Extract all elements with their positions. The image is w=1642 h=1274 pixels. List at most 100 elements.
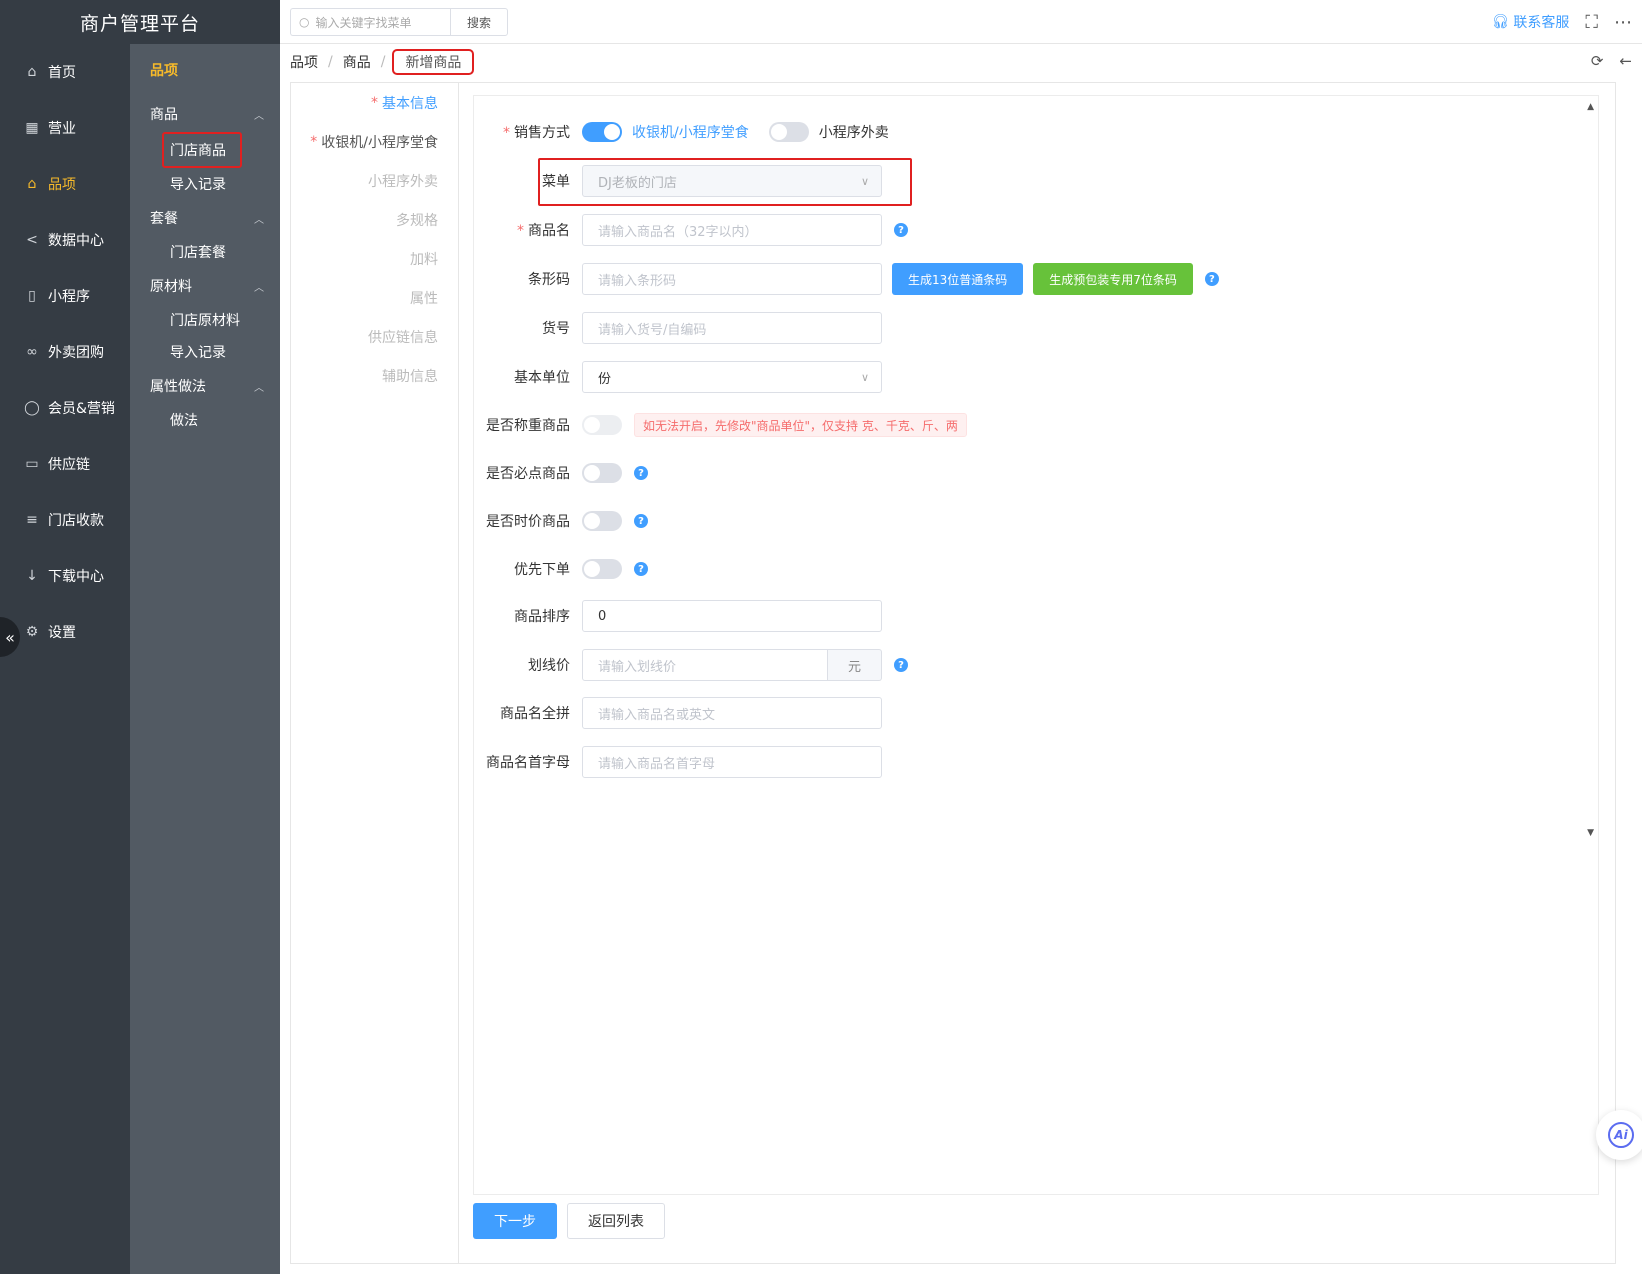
takeaway-toggle[interactable] — [768, 122, 809, 142]
required-mark: * — [371, 94, 378, 111]
pinyin-input[interactable]: 请输入商品名或英文 — [582, 697, 882, 729]
subnav-item[interactable]: 门店商品 — [162, 132, 242, 168]
nav-item[interactable]: ∞ 外卖团购 — [0, 324, 130, 380]
strike-price-input[interactable]: 请输入划线价 — [582, 649, 828, 681]
step-list: * 基本信息 * 收银机/小程序堂食 小程序外卖 多规格 加料 属性 供应链信息 辅助信息 — [291, 83, 459, 1263]
subnav-item[interactable]: 门店原材料 — [130, 304, 280, 336]
breadcrumb-item[interactable]: 商品 — [343, 52, 371, 72]
scroll-down-icon[interactable]: ▼ — [1587, 828, 1594, 838]
strike-price-label: 划线价 — [528, 658, 570, 674]
row-priority: 优先下单 ? — [474, 553, 648, 585]
step-label: 基本信息 — [382, 95, 438, 112]
help-icon[interactable]: ? — [1204, 272, 1219, 286]
subnav-group-label: 原材料 — [150, 279, 192, 295]
help-icon[interactable]: ? — [634, 562, 648, 576]
nav-item-label: 下载中心 — [48, 569, 104, 585]
phone-icon: ▯ — [28, 288, 36, 304]
sort-input[interactable]: 0 — [582, 600, 882, 632]
nav-item-label: 设置 — [48, 625, 76, 641]
breadcrumb-separator: / — [380, 54, 386, 70]
priority-toggle[interactable] — [582, 559, 622, 579]
step-item[interactable]: * 基本信息 — [291, 83, 458, 122]
home-icon: ⌂ — [27, 64, 37, 80]
generate-13-barcode-button[interactable]: 生成13位普通条码 — [892, 263, 1024, 295]
unit-value: 份 — [598, 371, 612, 387]
step-item[interactable]: 属性 — [291, 278, 458, 317]
nav-item[interactable]: ↓ 下载中心 — [0, 548, 130, 604]
nav-item[interactable]: ▦ 营业 — [0, 100, 130, 156]
step-label: 辅助信息 — [382, 368, 438, 385]
sku-input[interactable]: 请输入货号/自编码 — [582, 312, 882, 344]
row-sale-mode: * 销售方式 收银机/小程序堂食 小程序外卖 — [474, 116, 909, 148]
row-strike-price: 划线价 请输入划线价 元 ? — [474, 649, 908, 681]
refresh-icon[interactable]: ⟳ — [1591, 52, 1604, 70]
initials-input[interactable]: 请输入商品名首字母 — [582, 746, 882, 778]
generate-7-barcode-button[interactable]: 生成预包装专用7位条码 — [1033, 263, 1193, 295]
nav-item[interactable]: ◯ 会员&营销 — [0, 380, 130, 436]
more-icon[interactable]: ⋯ — [1614, 12, 1632, 33]
subnav-item[interactable]: 门店套餐 — [130, 236, 280, 268]
row-barcode: 条形码 请输入条形码 生成13位普通条码 生成预包装专用7位条码 ? — [474, 263, 1219, 295]
nav-item[interactable]: ≡ 门店收款 — [0, 492, 130, 548]
help-icon[interactable]: ? — [894, 223, 908, 237]
subnav-item[interactable]: 导入记录 — [130, 336, 280, 368]
subnav-group[interactable]: 属性做法 ︿ — [130, 368, 280, 404]
barcode-input[interactable]: 请输入条形码 — [582, 263, 882, 295]
primary-sidebar: ⌂ 首页 ▦ 营业 ⌂ 品项 < 数据中心 ▯ 小程序 ∞ 外卖团购 ◯ 会员&营销 ▭ 供应链 ≡ 门店收款 ↓ 下… — [0, 0, 130, 1274]
nav-item[interactable]: ▯ 小程序 — [0, 268, 130, 324]
subnav-item[interactable]: 做法 — [130, 404, 280, 436]
help-icon[interactable]: ? — [634, 514, 648, 528]
must-order-toggle[interactable] — [582, 463, 622, 483]
step-item[interactable]: 加料 — [291, 239, 458, 278]
row-initials: 商品名首字母 请输入商品名首字母 — [474, 746, 882, 778]
scroll-up-icon[interactable]: ▲ — [1587, 102, 1594, 112]
market-price-toggle[interactable] — [582, 511, 622, 531]
help-icon[interactable]: ? — [894, 658, 908, 672]
support-link[interactable]: 🎧︎ 联系客服 — [1492, 12, 1570, 32]
subnav-item[interactable]: 导入记录 — [130, 168, 280, 200]
takeaway-label: 小程序外卖 — [818, 125, 889, 141]
step-item[interactable]: 小程序外卖 — [291, 161, 458, 200]
fullscreen-icon[interactable]: ⛶ — [1585, 12, 1598, 33]
ai-assistant-button[interactable]: Ai — [1596, 1110, 1642, 1160]
subnav-group[interactable]: 套餐 ︿ — [130, 200, 280, 236]
content-panel: * 基本信息 * 收银机/小程序堂食 小程序外卖 多规格 加料 属性 供应链信息 辅助信息 ▲ ▼… — [290, 82, 1616, 1264]
sale-mode-label: * 销售方式 — [503, 125, 570, 141]
weighed-toggle[interactable] — [582, 415, 622, 435]
nav-item-label: 会员&营销 — [48, 401, 115, 417]
initials-label: 商品名首字母 — [486, 755, 570, 771]
breadcrumb-item[interactable]: 品项 — [290, 52, 318, 72]
market-price-label: 是否时价商品 — [486, 514, 570, 530]
step-item[interactable]: 多规格 — [291, 200, 458, 239]
topbar-actions: 🎧︎ 联系客服 ⛶ ⋯ — [1492, 0, 1632, 44]
step-item[interactable]: * 收银机/小程序堂食 — [291, 122, 458, 161]
pinyin-label: 商品名全拼 — [500, 706, 570, 722]
calendar-icon: ▦ — [25, 120, 39, 136]
nav-item[interactable]: ▭ 供应链 — [0, 436, 130, 492]
step-item[interactable]: 供应链信息 — [291, 317, 458, 356]
unit-select[interactable]: 份 ∨ — [582, 361, 882, 393]
search-placeholder: 输入关键字找菜单 — [315, 15, 412, 30]
back-arrow-icon[interactable]: ← — [1619, 52, 1632, 70]
search-input[interactable]: ○ 输入关键字找菜单 — [290, 8, 450, 36]
subnav-group[interactable]: 原材料 ︿ — [130, 268, 280, 304]
search-button[interactable]: 搜索 — [450, 8, 508, 36]
search-icon: ○ — [299, 15, 310, 29]
name-input[interactable]: 请输入商品名（32字以内） — [582, 214, 882, 246]
nav-item-label: 营业 — [48, 121, 76, 137]
breadcrumb-tools: ⟳ ← — [1591, 52, 1632, 70]
nav-item[interactable]: < 数据中心 — [0, 212, 130, 268]
back-to-list-button[interactable]: 返回列表 — [567, 1203, 665, 1239]
step-item[interactable]: 辅助信息 — [291, 356, 458, 395]
ai-icon: Ai — [1608, 1122, 1634, 1148]
nav-item[interactable]: ⌂ 品项 — [0, 156, 130, 212]
dine-in-toggle[interactable] — [582, 122, 622, 142]
subnav-group[interactable]: 商品 ︿ — [130, 96, 280, 132]
nav-item[interactable]: ⌂ 首页 — [0, 44, 130, 100]
strike-price-group: 请输入划线价 元 — [582, 649, 882, 681]
primary-nav: ⌂ 首页 ▦ 营业 ⌂ 品项 < 数据中心 ▯ 小程序 ∞ 外卖团购 ◯ 会员&营销 ▭ 供应链 ≡ 门店收款 ↓ 下… — [0, 44, 130, 660]
dine-in-label: 收银机/小程序堂食 — [632, 125, 749, 141]
help-icon[interactable]: ? — [634, 466, 648, 480]
next-step-button[interactable]: 下一步 — [473, 1203, 557, 1239]
row-must-order: 是否必点商品 ? — [474, 457, 648, 489]
